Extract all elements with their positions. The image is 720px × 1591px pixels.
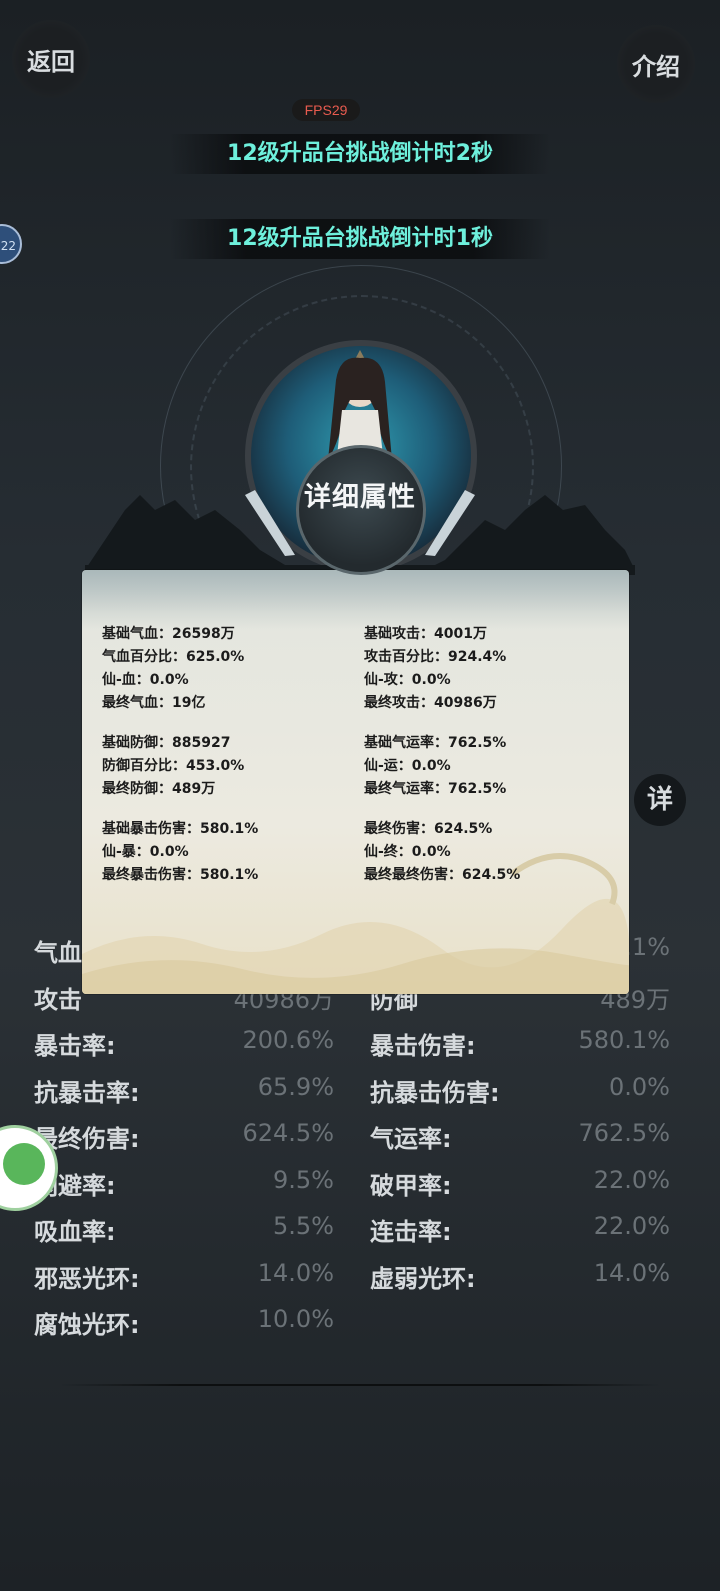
attribute-line: 最终气运率：762.5% xyxy=(364,781,507,797)
attribute-line: 最终伤害：624.5% xyxy=(364,821,493,837)
fps-counter: FPS29 xyxy=(292,99,360,121)
stat-label: 抗暴击率: xyxy=(34,1078,140,1107)
stat-value: 22.0% xyxy=(593,1165,670,1194)
attribute-line: 最终最终伤害：624.5% xyxy=(364,867,521,883)
attribute-line: 仙-血：0.0% xyxy=(102,672,189,688)
stat-value: 14.0% xyxy=(257,1258,334,1287)
stat-label: 吸血率: xyxy=(34,1218,116,1246)
attribute-line: 基础暴击伤害：580.1% xyxy=(102,821,259,837)
stat-row-left: 腐蚀光环: 10.0% xyxy=(34,1305,334,1340)
stat-row-right: 暴击伤害: 580.1% xyxy=(370,1026,670,1061)
stat-value: 10.0% xyxy=(257,1305,334,1333)
stat-row-left: 抗暴击率: 65.9% xyxy=(34,1073,334,1108)
attribute-line: 气血百分比：625.0% xyxy=(102,649,245,665)
stat-value: 9.5% xyxy=(273,1165,334,1194)
stat-value: .1% xyxy=(624,933,670,961)
stat-label: 连击率: xyxy=(370,1218,452,1246)
attribute-group: 基础攻击：4001万攻击百分比：924.4% 仙-攻：0.0% 最终攻击：40986… xyxy=(364,623,520,715)
panel-header-fade xyxy=(82,570,629,630)
attribute-line: 最终暴击伤害：580.1% xyxy=(102,867,259,883)
stat-row-left: 最终伤害: 624.5% xyxy=(34,1119,334,1154)
stat-row-right: 气运率: 762.5% xyxy=(370,1119,670,1154)
stat-row-right: 破甲率: 22.0% xyxy=(370,1166,670,1201)
attribute-line: 攻击百分比：924.4% xyxy=(364,649,507,665)
divider xyxy=(60,1384,660,1386)
stat-label: 邪恶光环: xyxy=(34,1264,140,1293)
attribute-line: 仙-运：0.0% xyxy=(364,758,451,774)
stat-label: 暴击率: xyxy=(34,1032,116,1060)
stat-value: 624.5% xyxy=(242,1119,334,1147)
stat-label: 暴击伤害: xyxy=(370,1032,476,1060)
stat-label: 抗暴击伤害: xyxy=(370,1078,500,1107)
attribute-line: 防御百分比：453.0% xyxy=(102,758,245,774)
attribute-line: 基础气运率：762.5% xyxy=(364,735,507,751)
stat-label: 破甲率: xyxy=(370,1171,452,1200)
attribute-line: 最终防御：489万 xyxy=(102,781,216,797)
stat-row-right: 连击率: 22.0% xyxy=(370,1212,670,1247)
attribute-line: 最终攻击：40986万 xyxy=(364,695,497,711)
stat-value: 65.9% xyxy=(257,1072,334,1101)
countdown-banner-1: 12级升品台挑战倒计时2秒 xyxy=(170,134,550,174)
stat-value: 5.5% xyxy=(273,1212,334,1240)
attribute-group: 基础气运率：762.5% 仙-运：0.0% 最终气运率：762.5% xyxy=(364,732,520,801)
stat-row-right: 虚弱光环: 14.0% xyxy=(370,1259,670,1294)
detail-button[interactable]: 详 xyxy=(634,774,686,826)
attribute-line: 基础防御：885927 xyxy=(102,735,231,751)
attribute-line: 基础攻击：4001万 xyxy=(364,626,487,642)
stat-value: 14.0% xyxy=(593,1258,670,1287)
level-badge[interactable]: 22 xyxy=(0,224,22,264)
attributes-right-column: 基础攻击：4001万攻击百分比：924.4% 仙-攻：0.0% 最终攻击：40986… xyxy=(364,623,520,904)
stat-label: 攻击 xyxy=(34,986,82,1014)
stat-label: 气血 xyxy=(34,939,82,967)
attribute-line: 仙-终：0.0% xyxy=(364,844,451,860)
chat-icon xyxy=(3,1143,45,1185)
attributes-left-column: 基础气血：26598万 气血百分比：625.0% 仙-血：0.0% 最终气血：19亿基… xyxy=(102,623,258,904)
panel-title: 详细属性 xyxy=(304,482,416,513)
attribute-line: 仙-攻：0.0% xyxy=(364,672,451,688)
stat-row-left: 吸血率: 5.5% xyxy=(34,1212,334,1247)
stat-row-right: 抗暴击伤害: 0.0% xyxy=(370,1073,670,1108)
back-button[interactable]: 返回 xyxy=(12,20,90,98)
attribute-line: 基础气血：26598万 xyxy=(102,626,235,642)
attribute-group: 基础气血：26598万 气血百分比：625.0% 仙-血：0.0% 最终气血：19亿 xyxy=(102,623,258,715)
attribute-line: 仙-暴：0.0% xyxy=(102,844,189,860)
stat-label: 腐蚀光环: xyxy=(34,1311,140,1339)
countdown-banner-2: 12级升品台挑战倒计时1秒 xyxy=(170,219,550,259)
stat-value: 200.6% xyxy=(242,1026,334,1054)
stat-value: 22.0% xyxy=(593,1212,670,1240)
stat-label: 虚弱光环: xyxy=(370,1264,476,1293)
attribute-line: 最终气血：19亿 xyxy=(102,695,206,711)
stat-row-left: 闪避率: 9.5% xyxy=(34,1166,334,1201)
stat-value: 762.5% xyxy=(578,1119,670,1147)
stat-row-left: 邪恶光环: 14.0% xyxy=(34,1259,334,1294)
stat-value: 580.1% xyxy=(578,1026,670,1054)
intro-button[interactable]: 介绍 xyxy=(617,25,695,103)
attribute-group: 基础防御：885927 防御百分比：453.0% 最终防御：489万 xyxy=(102,732,258,801)
stat-label: 气运率: xyxy=(370,1125,452,1153)
attribute-group: 最终伤害：624.5% 仙-终：0.0% 最终最终伤害：624.5% xyxy=(364,818,520,887)
stat-row-left: 暴击率: 200.6% xyxy=(34,1026,334,1061)
stat-value: 0.0% xyxy=(609,1072,670,1101)
attribute-group: 基础暴击伤害：580.1% 仙-暴：0.0% 最终暴击伤害：580.1% xyxy=(102,818,258,887)
